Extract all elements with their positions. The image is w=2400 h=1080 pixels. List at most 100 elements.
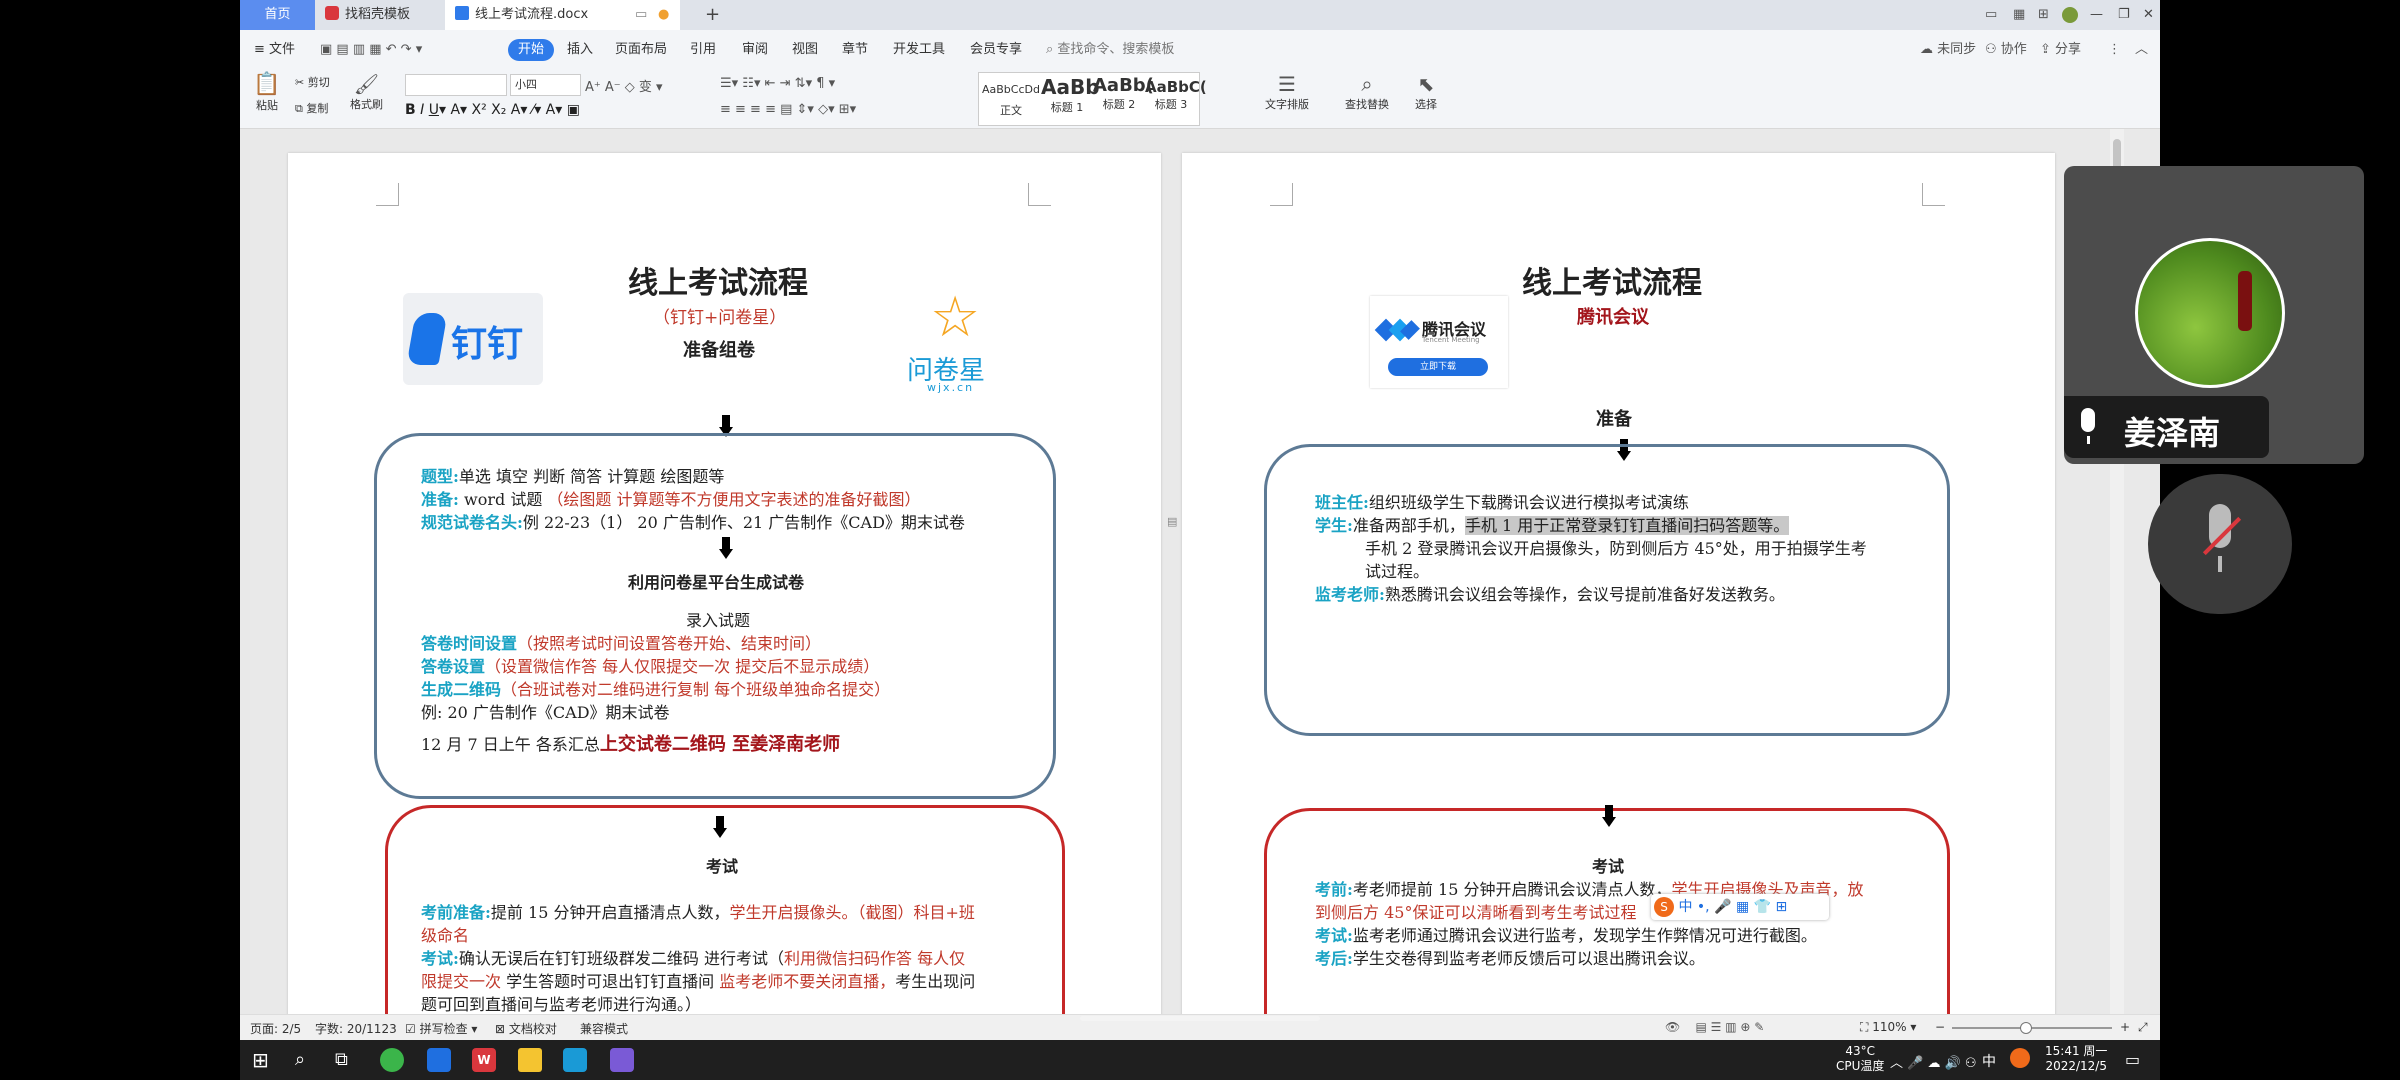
cpu-temp[interactable]: 43°C CPU温度 <box>1836 1044 1884 1074</box>
line-title-rule: 规范试卷名头:例 22-23（1） 20 广告制作、21 广告制作《CAD》期末… <box>421 509 965 533</box>
list-buttons[interactable]: ☰▾ ☷▾ ⇤ ⇥ ⇅▾ ¶ ▾ <box>720 76 835 91</box>
style-h1-preview: AaBb <box>1041 75 1100 99</box>
label-invigilator: 监考老师: <box>1315 585 1385 604</box>
tab-unsaved-dot-icon: ● <box>658 7 670 22</box>
close-button[interactable]: ✕ <box>2133 0 2158 30</box>
style-normal[interactable]: AaBbCcDd 正文 <box>981 75 1041 125</box>
style-heading-2[interactable]: AaBb( 标题 2 <box>1093 75 1154 125</box>
zoom-slider[interactable] <box>1952 1022 2112 1034</box>
proofread[interactable]: ⊠ 文档校对 <box>495 1020 557 1037</box>
app-360-icon[interactable] <box>380 1048 404 1072</box>
zoom-slider-thumb[interactable] <box>2020 1022 2032 1034</box>
fullscreen-icon[interactable]: ⤢ <box>2138 1020 2148 1035</box>
view-mode-icons[interactable]: 👁 ▤ ☰ ▥ ⊕ ✎ <box>1665 1020 1764 1034</box>
right-title: 线上考试流程 <box>1522 266 1702 301</box>
word-count[interactable]: 字数: 20/1123 <box>315 1020 397 1037</box>
windows-start-icon[interactable]: ⊞ <box>252 1048 276 1072</box>
line-answer-setting: 答卷设置（设置微信作答 每人仅限提交一次 提交后不显示成绩） <box>421 653 879 677</box>
dingtalk-wing-icon <box>406 313 448 365</box>
menu-review[interactable]: 审阅 <box>742 39 768 61</box>
font-style-buttons[interactable]: B I U▾ A▾ X² X₂ A▾ ⁄▾ A▾ ▣ <box>405 102 580 118</box>
text-student-phone2-end: 试过程。 <box>1365 562 1430 581</box>
menu-insert[interactable]: 插入 <box>567 39 593 61</box>
apps-icon[interactable]: ⊞ <box>2028 0 2053 30</box>
clock[interactable]: 15:41 周一 2022/12/5 <box>2045 1044 2107 1074</box>
font-size-buttons[interactable]: A⁺ A⁻ ◇ 变 ▾ <box>585 76 663 95</box>
format-painter-button[interactable]: 🖌 格式刷 <box>350 72 383 112</box>
tencent-download-button: 立即下载 <box>1388 358 1488 376</box>
tab-monitor-icon[interactable]: ▭ <box>635 0 647 30</box>
zoom-out-button[interactable]: − <box>1935 1020 1945 1034</box>
find-replace-button[interactable]: ⌕ 查找替换 <box>1345 72 1389 112</box>
tab-document[interactable]: 线上考试流程.docx ▭ ● <box>445 0 680 30</box>
collab-button[interactable]: ⚇ 协作 <box>1985 39 2027 61</box>
zoom-in-button[interactable]: + <box>2120 1020 2130 1034</box>
line-exam-2: 限提交一次 学生答题时可退出钉钉直播间 监考老师不要关闭直播，考生出现问 <box>421 968 975 992</box>
left-subtitle: （钉钉+问卷星） <box>653 308 787 328</box>
more-icon[interactable]: ⋮ <box>2108 39 2121 61</box>
tab-template[interactable]: 找稻壳模板 <box>315 0 445 30</box>
label-during: 考试: <box>1315 926 1353 945</box>
cut-button[interactable]: ✂ 剪切 <box>295 74 330 90</box>
text-answer-setting: （设置微信作答 每人仅限提交一次 提交后不显示成绩） <box>485 657 880 676</box>
sync-status[interactable]: ☁ 未同步 <box>1920 39 1976 61</box>
tab-home[interactable]: 首页 <box>240 0 315 30</box>
left-title: 线上考试流程 <box>628 266 808 301</box>
menu-bar: ≡ 文件 ▣ ▤ ▥ ▦ ↶ ↷ ▾ 开始 插入 页面布局 引用 审阅 视图 章… <box>240 30 2160 70</box>
sogou-tray-icon[interactable] <box>2010 1048 2030 1068</box>
text-exam: 确认无误后在钉钉班级群发二维码 进行考试（ <box>458 949 785 968</box>
notification-icon[interactable]: ▭ <box>2125 1050 2140 1069</box>
style-h3-name: 标题 3 <box>1154 98 1188 111</box>
menu-page-layout[interactable]: 页面布局 <box>615 39 667 61</box>
text-exam-leave: 学生答题时可退出钉钉直播间 <box>501 972 720 991</box>
tray-icons[interactable]: ︿ 🎤 ☁ 🔊 ⚇ <box>1890 1052 1977 1071</box>
text-student-highlight[interactable]: 手机 1 用于正常登录钉钉直播间扫码答题等。 <box>1464 516 1790 535</box>
select-button[interactable]: ⬉ 选择 <box>1415 72 1437 112</box>
new-tab-button[interactable]: + <box>695 0 725 30</box>
menu-reference[interactable]: 引用 <box>690 39 716 61</box>
restore-button[interactable]: ❐ <box>2108 0 2133 30</box>
right-section-exam: 考试 <box>1592 857 1625 876</box>
document-area[interactable]: 线上考试流程 （钉钉+问卷星） 准备组卷 钉钉 ☆ 问卷星 wjx.cn 题型:… <box>240 129 2160 1014</box>
dingtalk-app-icon[interactable] <box>563 1048 587 1072</box>
participant-video-tile[interactable]: 姜泽南 <box>2064 166 2364 464</box>
minimize-button[interactable]: — <box>2080 0 2105 30</box>
search-icon[interactable]: ⌕ <box>295 1048 319 1072</box>
menu-start[interactable]: 开始 <box>508 39 555 61</box>
align-buttons[interactable]: ≡ ≡ ≡ ≡ ▤ ⇕▾ ◇▾ ⊞▾ <box>720 102 856 117</box>
ime-indicator[interactable]: 中 <box>1982 1051 1996 1071</box>
label-after: 考后: <box>1315 949 1353 968</box>
font-family-select[interactable] <box>405 74 507 96</box>
style-heading-1[interactable]: AaBb 标题 1 <box>1041 75 1100 125</box>
paste-button[interactable]: 📋 粘贴 <box>252 72 282 113</box>
wps-app-icon[interactable]: W <box>472 1048 496 1072</box>
menu-file[interactable]: ≡ 文件 <box>254 39 295 61</box>
zoom-level[interactable]: ⛶ 110% ▾ <box>1860 1020 1916 1035</box>
font-size-select[interactable]: 小四 <box>510 74 581 96</box>
menu-view[interactable]: 视图 <box>792 39 818 61</box>
layout-icon[interactable]: ▭ <box>1975 0 2000 30</box>
menu-developer[interactable]: 开发工具 <box>893 39 945 61</box>
task-view-icon[interactable]: ⧉ <box>335 1048 359 1072</box>
page-count[interactable]: 页面: 2/5 <box>250 1020 301 1037</box>
tencent-meeting-app-icon[interactable] <box>427 1048 451 1072</box>
spell-check[interactable]: ☑ 拼写检查 ▾ <box>405 1020 477 1037</box>
zoom-value: 110% <box>1872 1020 1907 1034</box>
sogou-ime-toolbar[interactable]: S 中 •, 🎤 ▦ 👕 ⊞ <box>1651 894 1829 920</box>
microphone-muted-icon <box>2202 504 2242 584</box>
file-explorer-icon[interactable] <box>518 1048 542 1072</box>
share-button[interactable]: ⇪ 分享 <box>2040 39 2081 61</box>
grid-icon[interactable]: ▦ <box>2003 0 2028 30</box>
user-avatar[interactable] <box>2052 0 2078 30</box>
mute-microphone-button[interactable] <box>2148 474 2292 614</box>
copy-button[interactable]: ⧉ 复制 <box>295 100 328 116</box>
text-layout-button[interactable]: ☰ 文字排版 <box>1265 72 1309 112</box>
collapse-ribbon-icon[interactable]: ︿ <box>2135 39 2148 61</box>
quick-access-icons[interactable]: ▣ ▤ ▥ ▦ ↶ ↷ ▾ <box>320 39 422 61</box>
app-icon[interactable] <box>610 1048 634 1072</box>
command-search[interactable]: ⌕ 查找命令、搜索模板 <box>1046 39 1174 61</box>
style-heading-3[interactable]: AaBbC( 标题 3 <box>1145 75 1207 125</box>
paragraph-marker-icon[interactable]: ▤ <box>1167 515 1177 528</box>
menu-member[interactable]: 会员专享 <box>970 39 1022 61</box>
menu-chapter[interactable]: 章节 <box>842 39 868 61</box>
